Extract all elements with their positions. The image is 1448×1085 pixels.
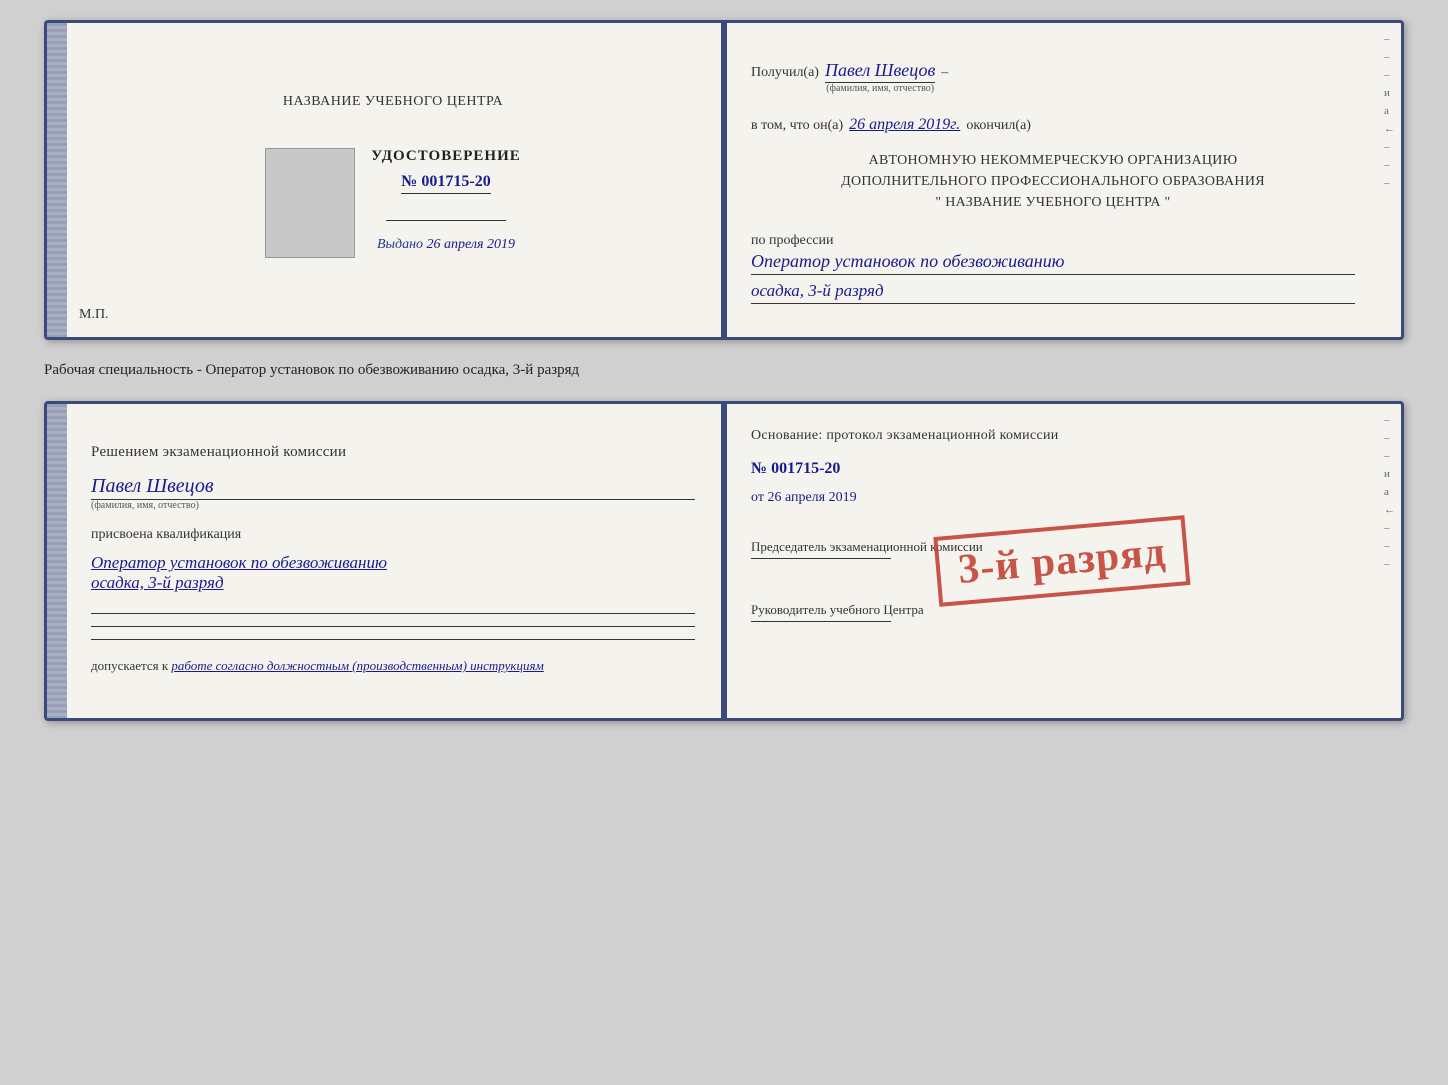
line-1	[91, 613, 695, 614]
fio-subtitle-bottom: (фамилия, имя, отчество)	[91, 500, 695, 511]
dash-top: –	[941, 65, 948, 81]
received-prefix: Получил(а)	[751, 65, 819, 81]
issued-date: 26 апреля 2019	[427, 237, 515, 252]
stamp-text: 3-й разряд	[956, 531, 1167, 591]
top-right-edge-marks: – – – и а ← – – –	[1384, 33, 1395, 189]
top-right-content: Получил(а) Павел Швецов (фамилия, имя, о…	[751, 47, 1371, 304]
in-that-row: в том, что он(а) 26 апреля 2019г. окончи…	[751, 112, 1355, 134]
cert-photo-placeholder	[265, 148, 355, 258]
basis-date-prefix: от	[751, 490, 764, 505]
admitted-value: работе согласно должностным (производств…	[171, 658, 543, 673]
chairman-sign-line	[751, 558, 891, 559]
top-card-left: НАЗВАНИЕ УЧЕБНОГО ЦЕНТРА УДОСТОВЕРЕНИЕ №…	[47, 23, 723, 337]
qualification-label: присвоена квалификация	[91, 527, 695, 543]
bottom-left-border-decoration	[47, 404, 67, 718]
profession-label: по профессии	[751, 233, 834, 248]
org-line1: АВТОНОМНУЮ НЕКОММЕРЧЕСКУЮ ОРГАНИЗАЦИЮ	[751, 150, 1355, 171]
top-document-card: НАЗВАНИЕ УЧЕБНОГО ЦЕНТРА УДОСТОВЕРЕНИЕ №…	[44, 20, 1404, 340]
decision-title: Решением экзаменационной комиссии	[91, 444, 695, 461]
lines-group	[91, 613, 695, 640]
bottom-right-edge-marks: – – – и а ← – – –	[1384, 414, 1395, 570]
cert-label: УДОСТОВЕРЕНИЕ	[371, 148, 521, 165]
top-left-content: НАЗВАНИЕ УЧЕБНОГО ЦЕНТРА УДОСТОВЕРЕНИЕ №…	[75, 47, 695, 313]
admitted-line: допускается к работе согласно должностны…	[91, 658, 695, 674]
cert-issued: Выдано 26 апреля 2019	[377, 237, 515, 253]
fio-subtitle-top: (фамилия, имя, отчество)	[826, 83, 934, 94]
person-name-block: Павел Швецов (фамилия, имя, отчество)	[91, 471, 695, 511]
line-3	[91, 639, 695, 640]
person-name: Павел Швецов	[91, 475, 695, 500]
between-text: Рабочая специальность - Оператор установ…	[44, 358, 1404, 383]
profession-rank: осадка, 3-й разряд	[751, 281, 1355, 304]
in-that-date: 26 апреля 2019г.	[849, 116, 960, 134]
bottom-card-right: Основание: протокол экзаменационной коми…	[723, 404, 1401, 718]
received-name: Павел Швецов	[825, 60, 935, 83]
basis-date-value: 26 апреля 2019	[767, 490, 856, 505]
qualification-block: Оператор установок по обезвоживанию осад…	[91, 553, 695, 593]
top-training-center-title: НАЗВАНИЕ УЧЕБНОГО ЦЕНТРА	[283, 94, 503, 110]
org-block: АВТОНОМНУЮ НЕКОММЕРЧЕСКУЮ ОРГАНИЗАЦИЮ ДО…	[751, 150, 1355, 213]
admitted-prefix: допускается к	[91, 658, 168, 673]
bottom-card-left: Решением экзаменационной комиссии Павел …	[47, 404, 723, 718]
basis-date: от 26 апреля 2019	[751, 490, 1371, 506]
basis-title: Основание: протокол экзаменационной коми…	[751, 428, 1371, 444]
mp-label: М.П.	[79, 307, 109, 323]
top-card-right: Получил(а) Павел Швецов (фамилия, имя, о…	[723, 23, 1401, 337]
issued-label: Выдано	[377, 237, 423, 252]
bottom-document-card: Решением экзаменационной комиссии Павел …	[44, 401, 1404, 721]
finished-label: окончил(а)	[966, 118, 1031, 134]
received-row: Получил(а) Павел Швецов (фамилия, имя, о…	[751, 57, 1355, 94]
qualification-value: Оператор установок по обезвоживанию	[91, 553, 695, 573]
director-sign-line	[751, 621, 891, 622]
left-border-decoration	[47, 23, 67, 337]
received-name-block: Павел Швецов (фамилия, имя, отчество)	[825, 60, 935, 94]
org-line3: " НАЗВАНИЕ УЧЕБНОГО ЦЕНТРА "	[751, 192, 1355, 213]
cert-number: № 001715-20	[401, 173, 490, 194]
bottom-left-content: Решением экзаменационной комиссии Павел …	[75, 428, 695, 674]
line-2	[91, 626, 695, 627]
qualification-rank: осадка, 3-й разряд	[91, 573, 695, 593]
director-label: Руководитель учебного Центра	[751, 601, 1371, 619]
profession-value: Оператор установок по обезвоживанию	[751, 251, 1355, 275]
org-line2: ДОПОЛНИТЕЛЬНОГО ПРОФЕССИОНАЛЬНОГО ОБРАЗО…	[751, 171, 1355, 192]
basis-number: № 001715-20	[751, 460, 1371, 478]
in-that-prefix: в том, что он(а)	[751, 118, 843, 134]
profession-block: по профессии Оператор установок по обезв…	[751, 231, 1355, 304]
